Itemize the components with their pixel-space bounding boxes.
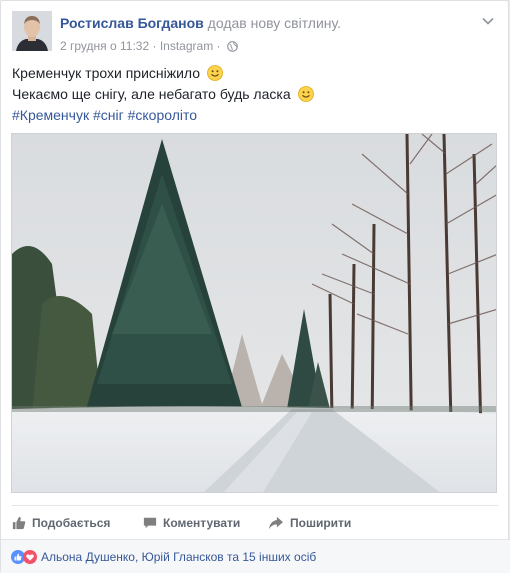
feed-post: Ростислав Богданов додав нову світлину. … [0, 0, 510, 573]
post-header: Ростислав Богданов додав нову світлину. … [12, 11, 498, 55]
hashtag-link[interactable]: #сніг [93, 107, 124, 123]
post-actions: Подобається Коментувати Поширити [12, 505, 498, 535]
like-button[interactable]: Подобається [12, 512, 110, 532]
meta-separator: · [152, 38, 157, 53]
post-text: Кременчук трохи присніжило Чекаємо ще сн… [12, 63, 498, 126]
meta-separator: · [216, 38, 221, 53]
globe-icon[interactable] [227, 40, 238, 53]
hashtags: #Кременчук #сніг #скороліто [12, 105, 498, 126]
thumbs-up-icon [12, 516, 26, 529]
share-arrow-icon [269, 516, 283, 529]
reactions-text: Альона Душенко, Юрій Глансков та 15 інши… [41, 550, 317, 564]
love-reaction-icon [23, 550, 37, 564]
smile-emoji-icon [297, 86, 314, 102]
hashtag-link[interactable]: #скороліто [128, 107, 197, 123]
post-action-text: додав нову світлину. [207, 15, 341, 31]
avatar[interactable] [12, 11, 52, 51]
share-label: Поширити [290, 515, 352, 530]
reactions-bar: Альона Душенко, Юрій Глансков та 15 інши… [1, 539, 510, 573]
speech-bubble-icon [143, 517, 157, 529]
post-photo[interactable] [11, 133, 497, 493]
hashtag-link[interactable]: #Кременчук [12, 107, 89, 123]
comment-button[interactable]: Коментувати [143, 512, 240, 532]
like-label: Подобається [32, 515, 111, 530]
post-text-line-2: Чекаємо ще снігу, але небагато будь ласк… [12, 86, 291, 102]
smile-emoji-icon [207, 65, 223, 81]
share-button[interactable]: Поширити [268, 512, 351, 532]
reactions-summary[interactable]: Альона Душенко, Юрій Глансков та 15 інши… [11, 549, 316, 565]
post-source[interactable]: Instagram [160, 38, 213, 54]
post-meta: Ростислав Богданов додав нову світлину. … [60, 14, 341, 54]
chevron-down-icon[interactable] [480, 13, 496, 29]
comment-label: Коментувати [163, 515, 241, 530]
post-text-line-1: Кременчук трохи присніжило [12, 65, 201, 81]
author-name[interactable]: Ростислав Богданов [60, 15, 204, 31]
post-timestamp[interactable]: 2 грудня о 11:32 [60, 38, 149, 54]
